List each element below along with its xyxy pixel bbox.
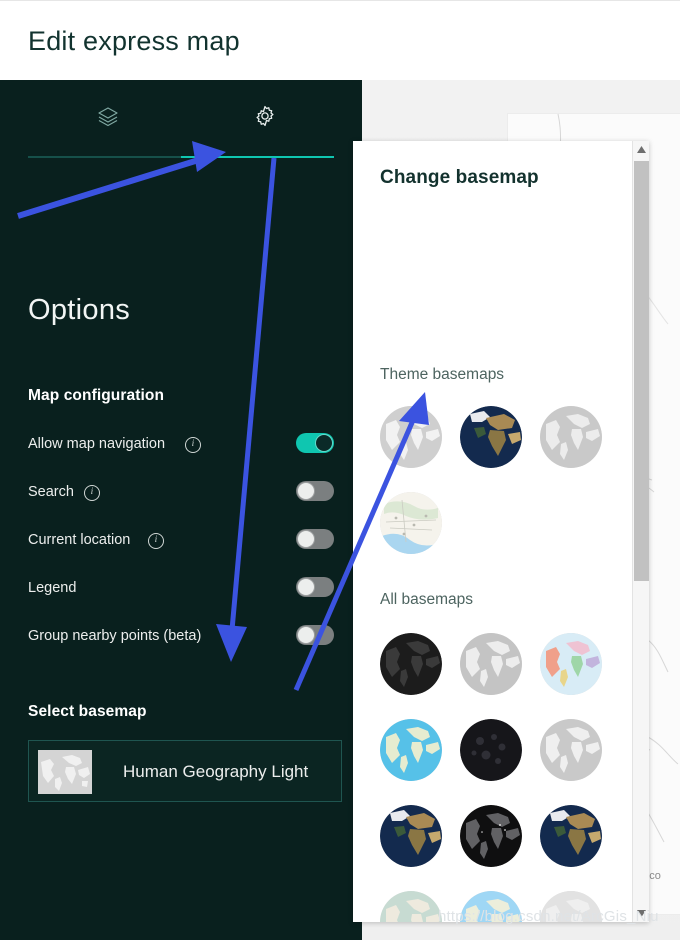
toggle-legend[interactable]: [296, 577, 334, 597]
app-header: Edit express map: [0, 0, 680, 80]
gear-icon: [253, 104, 277, 128]
all-basemap-thumb-6[interactable]: [380, 805, 442, 867]
all-basemap-thumb-2[interactable]: [540, 633, 602, 695]
scroll-up-arrow[interactable]: [633, 141, 649, 158]
basemap-thumbnail: [38, 750, 92, 794]
theme-basemap-thumb-3[interactable]: [380, 492, 442, 554]
change-basemap-panel: Change basemap Theme basemaps i All base…: [353, 141, 649, 922]
info-icon[interactable]: i: [148, 533, 164, 549]
theme-basemaps-label: Theme basemaps: [380, 366, 505, 383]
chevron-down-icon: [637, 910, 646, 917]
toggle-knob: [298, 627, 314, 643]
option-label: Group nearby points (beta): [28, 628, 202, 644]
theme-basemap-thumb-1[interactable]: [460, 406, 522, 468]
tab-underline-inactive: [28, 156, 181, 158]
selected-basemap-label: Human Geography Light: [123, 762, 309, 781]
all-basemap-thumb-4[interactable]: [460, 719, 522, 781]
toggle-knob: [298, 579, 314, 595]
all-basemap-thumb-9[interactable]: [380, 891, 442, 922]
all-basemap-thumb-3[interactable]: [380, 719, 442, 781]
option-label: Search: [28, 484, 74, 500]
layers-icon: [96, 104, 120, 128]
toggle-knob: [298, 531, 314, 547]
all-basemap-thumb-0[interactable]: [380, 633, 442, 695]
toggle-search[interactable]: [296, 481, 334, 501]
screen: Edit express map ap co: [0, 0, 680, 940]
option-label: Legend: [28, 580, 77, 596]
all-basemap-thumb-11[interactable]: [540, 891, 602, 922]
tab-underline-active: [181, 156, 334, 158]
options-panel: Options Map configuration Allow map navi…: [0, 80, 362, 940]
tab-underline: [28, 156, 334, 158]
all-basemap-thumb-5[interactable]: [540, 719, 602, 781]
option-row-group-nearby-points: Group nearby points (beta) i: [28, 623, 334, 649]
option-row-legend: Legend: [28, 575, 334, 601]
all-basemap-thumb-8[interactable]: [540, 805, 602, 867]
option-row-search: Search i: [28, 479, 334, 505]
options-heading: Options: [28, 294, 131, 326]
toggle-allow-map-navigation[interactable]: [296, 433, 334, 453]
tab-settings[interactable]: [237, 96, 293, 136]
option-row-allow-map-navigation: Allow map navigation i: [28, 431, 334, 457]
toggle-knob: [316, 435, 332, 451]
toggle-knob: [298, 483, 314, 499]
info-icon[interactable]: i: [84, 485, 100, 501]
panel-tabs: [0, 80, 362, 152]
theme-basemap-thumb-2[interactable]: [540, 406, 602, 468]
option-row-current-location: Current location i: [28, 527, 334, 553]
all-basemap-thumb-1[interactable]: [460, 633, 522, 695]
map-configuration-title: Map configuration: [28, 387, 165, 404]
page-title: Edit express map: [28, 26, 240, 56]
toggle-current-location[interactable]: [296, 529, 334, 549]
info-icon[interactable]: i: [185, 437, 201, 453]
scrollbar-thumb[interactable]: [634, 161, 649, 581]
all-basemap-thumb-7[interactable]: [460, 805, 522, 867]
chevron-up-icon: [637, 146, 646, 153]
flyout-scrollbar[interactable]: [632, 141, 649, 922]
theme-basemap-thumb-0[interactable]: [380, 406, 442, 468]
info-icon[interactable]: i: [224, 629, 240, 645]
option-label: Allow map navigation: [28, 436, 166, 452]
selected-basemap-card[interactable]: Human Geography Light: [28, 740, 342, 802]
scroll-down-arrow[interactable]: [633, 905, 649, 922]
change-basemap-title: Change basemap: [380, 167, 539, 188]
tab-layers[interactable]: [80, 96, 136, 136]
select-basemap-title: Select basemap: [28, 703, 147, 720]
option-label: Current location: [28, 532, 131, 548]
all-basemaps-label: All basemaps: [380, 591, 474, 608]
toggle-group-nearby-points[interactable]: [296, 625, 334, 645]
all-basemap-thumb-10[interactable]: [460, 891, 522, 922]
